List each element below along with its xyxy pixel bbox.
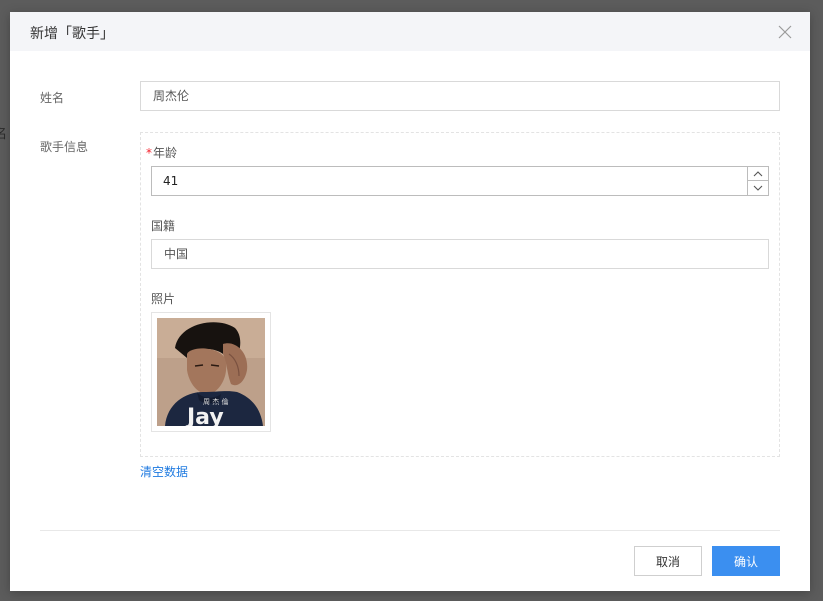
- nationality-input[interactable]: 中国: [151, 239, 769, 269]
- singer-info-label: 歌手信息: [40, 140, 89, 154]
- chevron-up-icon: [753, 170, 763, 176]
- add-singer-dialog: 新增「歌手」 姓名 周杰伦 歌手信息 *年龄 41 国籍 中国 照片 周 杰 倫…: [10, 12, 810, 591]
- confirm-button[interactable]: 确认: [712, 546, 780, 576]
- singer-info-subform: *年龄 41 国籍 中国 照片 周 杰 倫 Jay: [140, 132, 780, 457]
- age-value: 41: [163, 174, 179, 188]
- cancel-button[interactable]: 取消: [634, 546, 702, 576]
- age-label: *年龄: [146, 144, 177, 161]
- dialog-title: 新增「歌手」: [30, 26, 114, 42]
- photo-upload[interactable]: 周 杰 倫 Jay: [151, 312, 271, 432]
- photo-label: 照片: [151, 292, 176, 306]
- age-stepper: [747, 167, 768, 195]
- name-input[interactable]: 周杰伦: [140, 81, 780, 111]
- background-partial-label: 名: [0, 127, 8, 142]
- dialog-header: 新增「歌手」: [10, 12, 810, 51]
- chevron-down-icon: [753, 185, 763, 191]
- decrement-button[interactable]: [748, 181, 768, 195]
- clear-data-link[interactable]: 清空数据: [140, 463, 188, 480]
- name-label: 姓名: [40, 91, 65, 105]
- required-mark: *: [146, 146, 152, 160]
- age-input[interactable]: 41: [151, 166, 769, 196]
- close-icon[interactable]: [778, 25, 792, 39]
- nationality-label: 国籍: [151, 219, 176, 233]
- singer-photo: 周 杰 倫 Jay: [157, 318, 265, 426]
- footer-divider: [40, 530, 780, 531]
- increment-button[interactable]: [748, 167, 768, 181]
- photo-caption-big: Jay: [185, 405, 224, 426]
- age-label-text: 年龄: [153, 146, 178, 160]
